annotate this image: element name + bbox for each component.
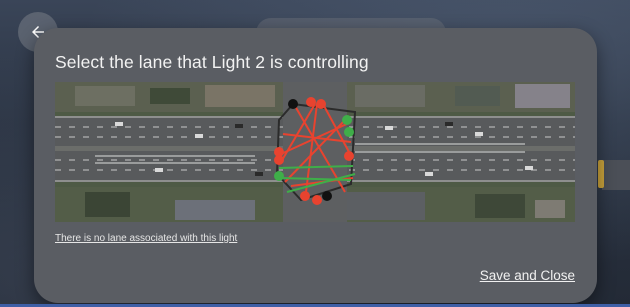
background-indicator bbox=[598, 160, 604, 188]
dialog-title: Select the lane that Light 2 is controll… bbox=[55, 52, 369, 72]
background-panel bbox=[602, 160, 630, 190]
save-and-close-button[interactable]: Save and Close bbox=[480, 268, 575, 283]
lane-select-dialog: Select the lane that Light 2 is controll… bbox=[34, 28, 597, 303]
no-lane-link[interactable]: There is no lane associated with this li… bbox=[55, 233, 237, 244]
intersection-map[interactable] bbox=[55, 82, 575, 222]
